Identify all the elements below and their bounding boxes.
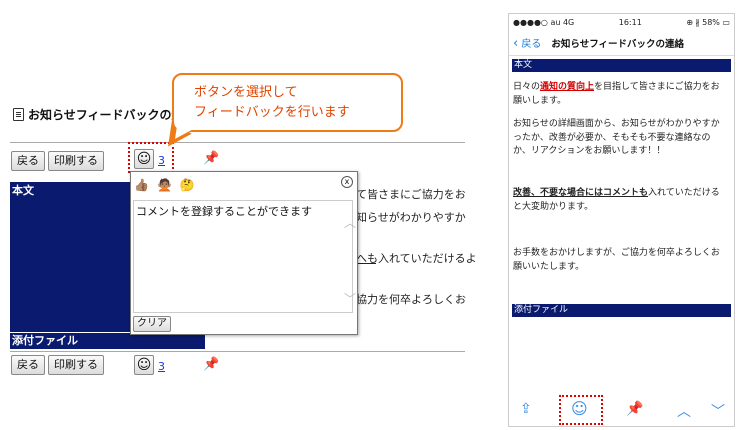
back-label: 戻る bbox=[521, 39, 542, 50]
carrier-label: ●●●●○ au 4G bbox=[513, 17, 575, 27]
battery-label: ⊕ ∦ 58% ▭ bbox=[686, 17, 730, 27]
attachments-header: 添付ファイル bbox=[10, 333, 205, 349]
body-text-line: 知らせがわかりやすか bbox=[356, 211, 466, 224]
chevron-up-icon[interactable]: ︿ bbox=[677, 401, 691, 421]
p3-bold: 改善、不要な場合にはコメントも bbox=[513, 188, 649, 198]
paragraph-3: 改善、不要な場合にはコメントも入れていただけると大変助かります。 bbox=[513, 187, 727, 214]
nav-bar: ‹ 戻る お知らせフィードバックの連絡 bbox=[509, 31, 734, 56]
back-button[interactable]: 戻る bbox=[11, 151, 45, 171]
clear-button[interactable]: クリア bbox=[133, 316, 171, 332]
status-bar: ●●●●○ au 4G 16:11 ⊕ ∦ 58% ▭ bbox=[509, 14, 734, 30]
phone-back-button[interactable]: ‹ 戻る bbox=[513, 35, 541, 51]
feedback-count-link[interactable]: 3 bbox=[158, 154, 165, 167]
callout-bubble: ボタンを選択して フィードバックを行います bbox=[172, 73, 403, 132]
thumbs-up-icon[interactable]: 👍🏽 bbox=[134, 178, 149, 192]
document-icon bbox=[13, 108, 24, 121]
feedback-smile-button-bottom[interactable]: ☺ bbox=[134, 355, 154, 375]
close-icon[interactable]: x bbox=[341, 176, 353, 188]
scrollbar[interactable]: ︿ ﹀ bbox=[343, 202, 356, 310]
callout-line-1: ボタンを選択して bbox=[194, 85, 298, 100]
pin-icon[interactable]: 📌 bbox=[203, 357, 219, 372]
phone-attachments-header: 添付ファイル bbox=[512, 304, 731, 317]
divider bbox=[10, 142, 465, 143]
body-header-cell: 本文 bbox=[10, 182, 130, 332]
print-button-bottom[interactable]: 印刷する bbox=[48, 355, 104, 375]
page-title-text: お知らせフィードバックの連 bbox=[28, 108, 184, 122]
pin-icon[interactable]: 📌 bbox=[626, 401, 643, 417]
page-title: お知らせフィードバックの連 bbox=[13, 106, 184, 123]
phone-toolbar: ⇪ ☺ 📌 ︿ ﹀ bbox=[509, 395, 734, 425]
no-gesture-icon[interactable]: 🙅🏽 bbox=[157, 178, 172, 192]
print-button[interactable]: 印刷する bbox=[48, 151, 104, 171]
body-text-line: 協力を何卒よろしくお bbox=[356, 293, 466, 306]
paragraph-1: 日々の通知の質向上を目指して皆さまにご協力をお願いします。 bbox=[513, 81, 727, 108]
attachments-label: 添付ファイル bbox=[12, 334, 78, 347]
feedback-popup: x 👍🏽 🙅🏽 🤔 コメントを登録することができます ︿ ﹀ クリア bbox=[130, 171, 358, 335]
callout-line-2: フィードバックを行います bbox=[194, 105, 350, 120]
phone-body-header: 本文 bbox=[512, 59, 731, 72]
phone-frame: ●●●●○ au 4G 16:11 ⊕ ∦ 58% ▭ ‹ 戻る お知らせフィー… bbox=[508, 13, 735, 427]
chevron-down-icon[interactable]: ﹀ bbox=[344, 290, 356, 307]
chevron-left-icon: ‹ bbox=[513, 36, 519, 51]
time-label: 16:11 bbox=[618, 17, 642, 27]
pin-icon[interactable]: 📌 bbox=[203, 151, 219, 166]
paragraph-2: お知らせの詳細画面から、お知らせがわかりやすかったか、改善が必要か、そもそも不要… bbox=[513, 119, 720, 156]
back-button-bottom[interactable]: 戻る bbox=[11, 355, 45, 375]
chevron-down-icon[interactable]: ﹀ bbox=[711, 401, 725, 421]
comment-textarea[interactable]: コメントを登録することができます bbox=[133, 200, 353, 313]
smile-icon: ☺ bbox=[136, 151, 152, 167]
feedback-smile-button[interactable]: ☺ bbox=[134, 149, 154, 169]
body-text-line: て皆さまにご協力をお bbox=[356, 188, 466, 201]
smile-icon[interactable]: ☺ bbox=[571, 399, 588, 418]
body-header-label: 本文 bbox=[12, 184, 34, 197]
p1-text: 日々の bbox=[513, 82, 541, 92]
nav-title: お知らせフィードバックの連絡 bbox=[551, 39, 685, 50]
chevron-up-icon[interactable]: ︿ bbox=[344, 214, 356, 231]
thinking-icon[interactable]: 🤔 bbox=[180, 178, 195, 192]
feedback-count-link-bottom[interactable]: 3 bbox=[158, 360, 165, 373]
underline bbox=[356, 263, 376, 264]
share-icon[interactable]: ⇪ bbox=[520, 401, 532, 417]
reaction-bar: 👍🏽 🙅🏽 🤔 bbox=[134, 178, 195, 192]
p1-highlight: 通知の質向上 bbox=[540, 82, 595, 92]
comment-text: コメントを登録することができます bbox=[136, 205, 312, 218]
smile-icon: ☺ bbox=[136, 357, 152, 373]
divider bbox=[10, 351, 465, 352]
paragraph-4: お手数をおかけしますが、ご協力を何卒よろしくお願いいたします。 bbox=[513, 248, 720, 272]
